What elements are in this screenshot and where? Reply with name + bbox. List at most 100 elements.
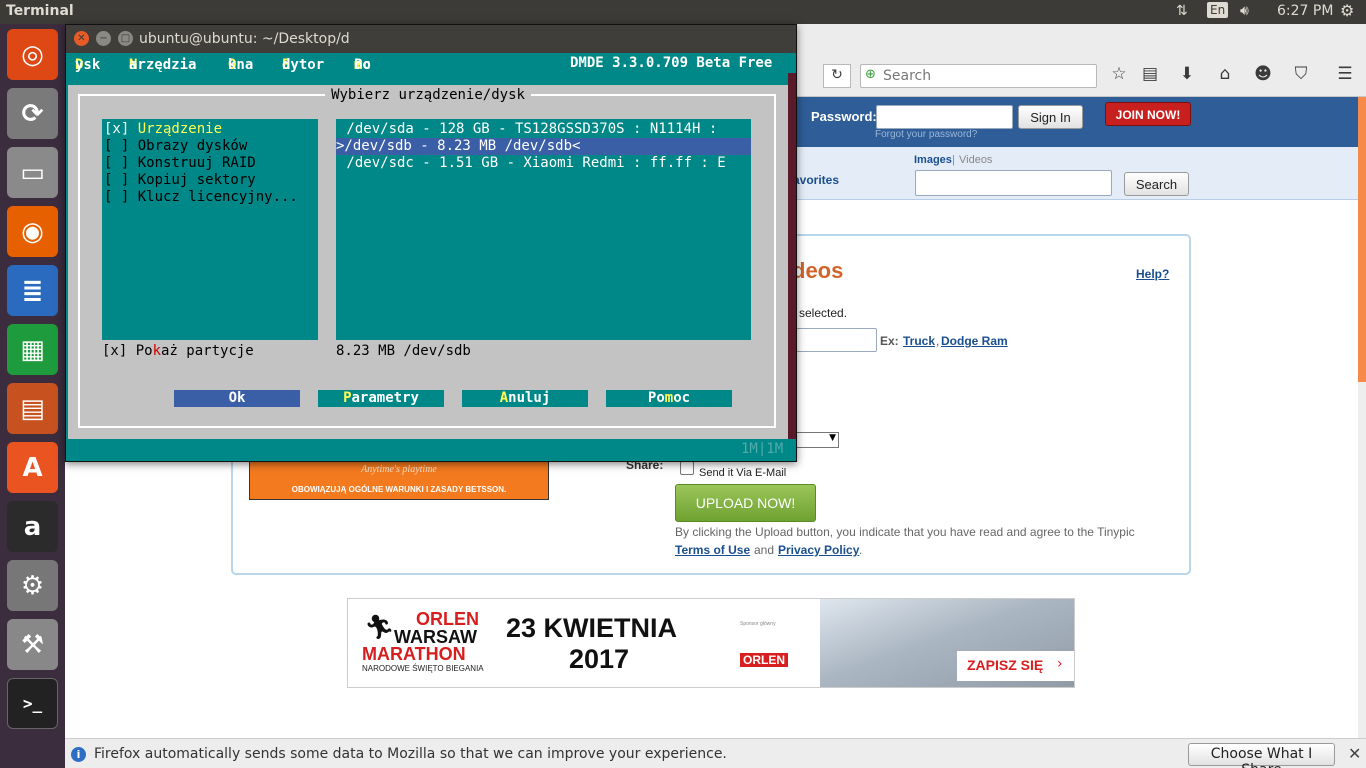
- dialog-title: Wybierz urządzenie/dysk: [68, 87, 788, 103]
- email-checkbox[interactable]: [680, 461, 694, 475]
- pocket-icon[interactable]: ⛉: [1289, 64, 1313, 84]
- terminal-edge: [788, 73, 796, 439]
- menu-hamburger-icon[interactable]: ☰: [1333, 64, 1357, 84]
- launcher-libreoffice-writer-icon[interactable]: ≣: [7, 265, 58, 316]
- launcher-libreoffice-impress-icon[interactable]: ▤: [7, 383, 58, 434]
- status-right: 1M|1M: [741, 441, 784, 457]
- source-type-list: [x] Urządzenie [ ] Obrazy dysków [ ] Kon…: [102, 119, 318, 340]
- device-list: /dev/sda - 128 GB - TS128GSSD370S : N111…: [336, 119, 751, 340]
- ad-brand-marathon: MARATHON: [362, 644, 466, 664]
- option-disk-images[interactable]: [ ] Obrazy dysków: [104, 138, 247, 155]
- email-option-label: Send it Via E-Mail: [699, 467, 787, 479]
- ad-cta-label: ZAPISZ SIĘ: [967, 657, 1044, 673]
- site-search-button[interactable]: Search: [1124, 172, 1189, 196]
- option-license-key[interactable]: [ ] Klucz licencyjny...: [104, 189, 298, 206]
- terminal-titlebar[interactable]: ✕ − □ ubuntu@ubuntu: ~/Desktop/d: [66, 25, 796, 53]
- terminal-title: ubuntu@ubuntu: ~/Desktop/d: [139, 31, 350, 47]
- password-label: Password:: [811, 109, 877, 124]
- favorites-link[interactable]: avorites: [793, 173, 839, 187]
- privacy-policy-link[interactable]: Privacy Policy: [778, 543, 859, 557]
- page-scrollbar[interactable]: [1358, 97, 1366, 738]
- downloads-icon[interactable]: ⬇: [1175, 64, 1199, 84]
- videos-tab[interactable]: Videos: [959, 154, 992, 166]
- launcher-terminal-icon[interactable]: >_: [7, 678, 58, 729]
- close-icon[interactable]: ✕: [1348, 744, 1361, 763]
- option-device[interactable]: [x] Urządzenie: [104, 121, 222, 138]
- reading-list-icon[interactable]: ▤: [1138, 64, 1162, 84]
- ok-button[interactable]: Ok: [174, 390, 300, 407]
- device-sdc[interactable]: /dev/sdc - 1.51 GB - Xiaomi Redmi : ff.f…: [338, 155, 725, 172]
- ad-tagline: Anytime's playtime: [361, 464, 437, 475]
- info-icon: i: [71, 747, 86, 762]
- volume-icon[interactable]: 🔊︎: [1240, 3, 1249, 19]
- launcher-libreoffice-calc-icon[interactable]: ▦: [7, 324, 58, 375]
- example-dodge-link[interactable]: Dodge Ram: [941, 334, 1008, 348]
- sign-in-button[interactable]: Sign In: [1018, 105, 1083, 129]
- cancel-button[interactable]: Anuluj: [462, 390, 588, 407]
- chevron-down-icon: ▼: [829, 433, 836, 443]
- reload-icon[interactable]: ↻: [823, 64, 851, 88]
- option-copy-sectors[interactable]: [ ] Kopiuj sektory: [104, 172, 256, 189]
- example-truck-link[interactable]: Truck: [903, 334, 935, 348]
- selected-text: selected.: [799, 306, 848, 320]
- launcher-file-manager-icon[interactable]: ▭: [7, 147, 58, 198]
- tab-separator: |: [952, 154, 955, 166]
- device-sda[interactable]: /dev/sda - 128 GB - TS128GSSD370S : N111…: [338, 121, 717, 138]
- launcher-system-settings-icon[interactable]: ⚙: [7, 560, 58, 611]
- launcher-amazon-icon[interactable]: a: [7, 501, 58, 552]
- scrollbar-thumb[interactable]: [1358, 97, 1366, 382]
- orlen-marathon-ad[interactable]: 🏃︎ ORLEN WARSAW MARATHON NARODOWE ŚWIĘTO…: [347, 598, 1075, 688]
- upload-heading: deos: [792, 258, 844, 283]
- ad-cta[interactable]: ZAPISZ SIĘ ›: [957, 651, 1074, 681]
- help-link[interactable]: Help?: [1136, 267, 1169, 281]
- and-text: and: [754, 543, 775, 557]
- ad-brand-orlen: ORLEN: [416, 609, 479, 629]
- home-icon[interactable]: ⌂: [1213, 64, 1237, 84]
- ad-sponsor: ORLEN: [740, 653, 788, 667]
- bookmark-star-icon[interactable]: ☆: [1107, 64, 1131, 84]
- period: .: [859, 543, 863, 557]
- select-device-dialog: Wybierz urządzenie/dysk [x] Urządzenie […: [68, 85, 788, 439]
- close-window-icon[interactable]: ✕: [74, 31, 89, 46]
- resize-select[interactable]: ▼: [795, 432, 839, 448]
- parameters-button[interactable]: Parametry: [318, 390, 444, 407]
- upload-now-button[interactable]: UPLOAD NOW!: [675, 484, 816, 522]
- ad-brand-warsaw: WARSAW: [394, 627, 477, 647]
- launcher: ◎ ⟳ ▭ ◉ ≣ ▦ ▤ Aa ⚙ ⚒ >_: [0, 24, 65, 768]
- example-comma: ,: [936, 334, 940, 348]
- site-search-input[interactable]: [915, 170, 1112, 196]
- password-field[interactable]: [876, 105, 1013, 129]
- search-engine-icon[interactable]: ⊕: [865, 67, 876, 82]
- example-label: Ex:: [880, 334, 899, 348]
- network-icon[interactable]: ⇅: [1176, 3, 1188, 19]
- clock[interactable]: 6:27 PM: [1277, 3, 1333, 19]
- launcher-firefox-icon[interactable]: ◉: [7, 206, 58, 257]
- ad-sponsor-small: Sponsor główny: [740, 621, 776, 627]
- data-notice-bar: i Firefox automatically sends some data …: [65, 738, 1366, 768]
- images-tab[interactable]: Images: [914, 154, 952, 166]
- active-app-title: Terminal: [6, 3, 74, 19]
- launcher-software-updater-icon[interactable]: ⟳: [7, 88, 58, 139]
- launcher-ubuntu-dash-icon[interactable]: ◎: [7, 29, 58, 80]
- search-box[interactable]: ⊕ Search: [860, 64, 1097, 88]
- dmde-menubar: Dysk Narzędzia Okna Edytor Po m oc DMDE 3.…: [66, 53, 796, 73]
- launcher-disks-icon[interactable]: ⚒: [7, 619, 58, 670]
- show-partitions-checkbox[interactable]: [x] Pokaż partycje: [102, 343, 254, 360]
- system-menu-gear-icon[interactable]: ⚙: [1340, 1, 1354, 20]
- choose-what-i-share-button[interactable]: Choose What I Share: [1188, 743, 1335, 768]
- forgot-password-link[interactable]: Forgot your password?: [875, 129, 977, 140]
- device-sdb-selected[interactable]: >/dev/sdb - 8.23 MB /dev/sdb<: [336, 138, 751, 155]
- tag-input[interactable]: [793, 328, 877, 352]
- terminal-screen[interactable]: Dysk Narzędzia Okna Edytor Po m oc DMDE 3.…: [66, 53, 796, 461]
- terms-of-use-link[interactable]: Terms of Use: [675, 543, 750, 557]
- top-panel: Terminal ⇅ En 🔊︎ 6:27 PM ⚙: [0, 0, 1366, 24]
- minimize-window-icon[interactable]: −: [96, 31, 111, 46]
- help-button[interactable]: Pomoc: [606, 390, 732, 407]
- hello-icon[interactable]: ☻: [1251, 64, 1275, 84]
- option-raid[interactable]: [ ] Konstruuj RAID: [104, 155, 256, 172]
- keyboard-layout-indicator[interactable]: En: [1207, 2, 1229, 18]
- maximize-window-icon[interactable]: □: [118, 31, 133, 46]
- join-now-button[interactable]: JOIN NOW!: [1105, 102, 1191, 126]
- launcher-ubuntu-software-icon[interactable]: A: [7, 442, 58, 493]
- ad-footer: OBOWIĄZUJĄ OGÓLNE WARUNKI I ZASADY BETSS…: [291, 485, 507, 494]
